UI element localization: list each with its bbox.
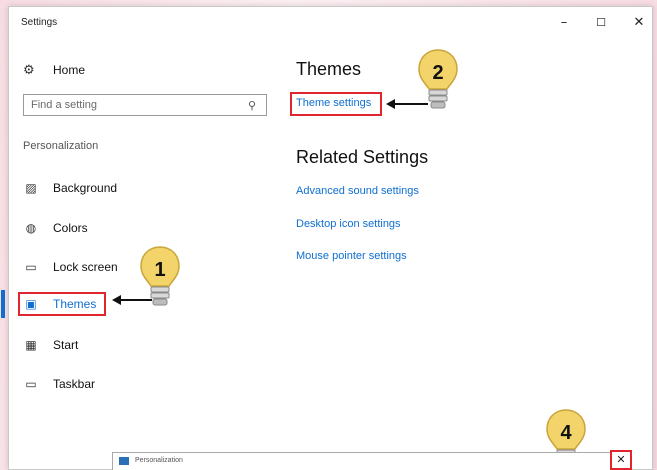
sidebar-item-label: Lock screen [53, 260, 118, 274]
home-label: Home [53, 63, 86, 77]
lock-screen-icon: ▭ [25, 260, 37, 274]
minimize-button[interactable]: – [554, 13, 574, 33]
maximize-button[interactable]: ☐ [591, 13, 611, 33]
background-icon: ▨ [25, 181, 37, 195]
personalization-icon [119, 457, 129, 465]
callout-number-1: 1 [154, 259, 165, 281]
window-title: Settings [21, 17, 58, 28]
section-label: Personalization [23, 140, 99, 152]
search-input[interactable]: Find a setting ⚲ [23, 94, 267, 116]
sidebar-item-start[interactable]: ▦ Start [23, 336, 78, 354]
highlight-box-theme-settings [290, 92, 382, 116]
close-button[interactable]: ✕ [629, 13, 649, 33]
sidebar-item-label: Background [53, 181, 118, 195]
sidebar-item-label: Taskbar [53, 377, 96, 391]
highlight-box-themes [18, 292, 106, 316]
sidebar-item-background[interactable]: ▨ Background [23, 179, 117, 197]
start-icon: ▦ [25, 338, 37, 352]
callout-number-2: 2 [432, 62, 443, 84]
callout-arrow-2 [386, 99, 428, 109]
home-nav[interactable]: ⚙ Home [23, 61, 85, 79]
gear-icon: ⚙ [23, 62, 35, 78]
themes-heading: Themes [296, 59, 362, 79]
search-icon: ⚲ [248, 98, 257, 112]
sidebar-item-taskbar[interactable]: ▭ Taskbar [23, 375, 95, 393]
personalization-title: Personalization [135, 457, 183, 464]
sidebar-item-label: Colors [53, 221, 88, 235]
advanced-sound-settings-link[interactable]: Advanced sound settings [296, 185, 419, 197]
sidebar-item-lock-screen[interactable]: ▭ Lock screen [23, 258, 118, 276]
desktop-icon-settings-link[interactable]: Desktop icon settings [296, 218, 401, 230]
sidebar-item-label: Start [53, 338, 79, 352]
related-settings-heading: Related Settings [296, 147, 429, 167]
title-bar: Settings – ☐ ✕ [9, 7, 652, 39]
sidebar-item-colors[interactable]: ◍ Colors [23, 219, 88, 237]
callout-number-4: 4 [560, 422, 572, 444]
settings-window: Settings – ☐ ✕ ⚙ Home Find a setting ⚲ P… [1, 6, 653, 470]
mouse-pointer-settings-link[interactable]: Mouse pointer settings [296, 250, 407, 262]
search-placeholder: Find a setting [31, 99, 98, 111]
personalization-window: Personalization [112, 452, 632, 470]
taskbar-icon: ▭ [25, 377, 37, 391]
active-indicator [1, 290, 5, 318]
callout-arrow-1 [112, 295, 152, 305]
personalization-close-button[interactable]: ✕ [610, 450, 632, 470]
colors-icon: ◍ [25, 221, 37, 235]
